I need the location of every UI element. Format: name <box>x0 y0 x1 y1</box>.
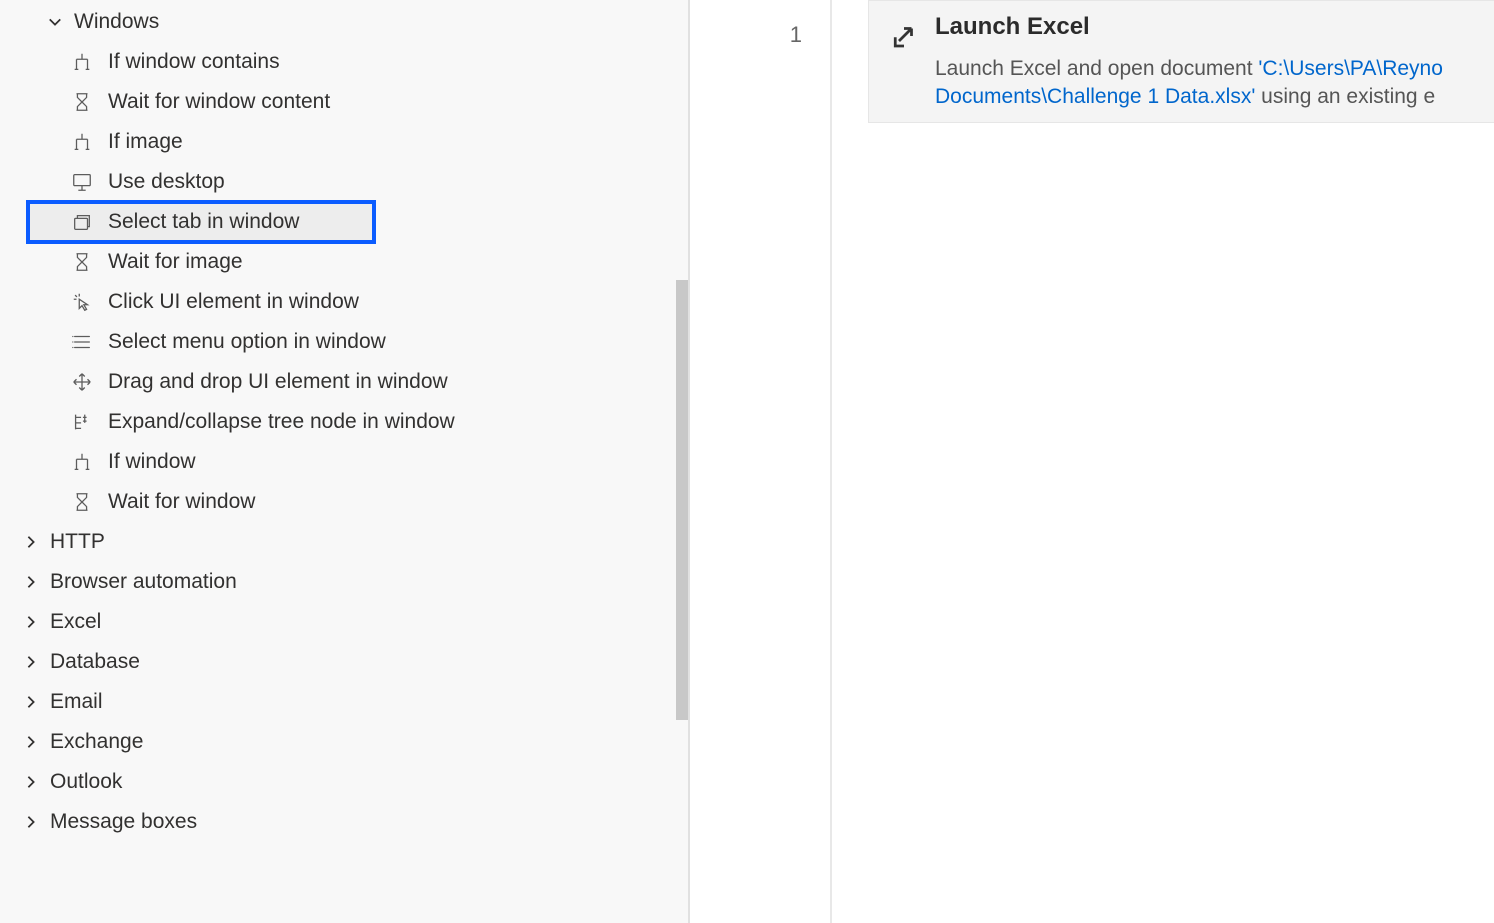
action-label: Wait for image <box>108 250 243 274</box>
tree-group-label: Browser automation <box>50 570 237 594</box>
action-label: Drag and drop UI element in window <box>108 370 448 394</box>
tree-group-label: HTTP <box>50 530 105 554</box>
action-if-image[interactable]: If image <box>0 122 688 162</box>
tree-group-excel[interactable]: Excel <box>0 602 688 642</box>
tree-group-database[interactable]: Database <box>0 642 688 682</box>
tree-group-label: Outlook <box>50 770 122 794</box>
tree-group-label: Exchange <box>50 730 143 754</box>
action-drag-and-drop[interactable]: Drag and drop UI element in window <box>0 362 688 402</box>
action-use-desktop[interactable]: Use desktop <box>0 162 688 202</box>
chevron-right-icon <box>22 653 40 671</box>
tree-group-message-boxes[interactable]: Message boxes <box>0 802 688 842</box>
menu-lines-icon <box>70 330 94 354</box>
action-wait-window-content[interactable]: Wait for window content <box>0 82 688 122</box>
tree-group-outlook[interactable]: Outlook <box>0 762 688 802</box>
action-label: Wait for window <box>108 490 255 514</box>
scrollbar-thumb[interactable] <box>676 280 688 720</box>
action-select-menu-option[interactable]: Select menu option in window <box>0 322 688 362</box>
flow-if-icon <box>70 450 94 474</box>
chevron-right-icon <box>22 533 40 551</box>
chevron-right-icon <box>22 613 40 631</box>
flow-editor: 1 Launch Excel Launch Excel and open doc… <box>690 0 1494 923</box>
action-wait-for-image[interactable]: Wait for image <box>0 242 688 282</box>
action-select-tab-in-window[interactable]: Select tab in window <box>28 202 374 242</box>
action-click-ui-element[interactable]: Click UI element in window <box>0 282 688 322</box>
tree-group-label: Excel <box>50 610 101 634</box>
flow-step-launch-excel[interactable]: Launch Excel Launch Excel and open docum… <box>868 0 1494 123</box>
chevron-right-icon <box>22 573 40 591</box>
hourglass-icon <box>70 250 94 274</box>
drag-icon <box>70 370 94 394</box>
action-label: Click UI element in window <box>108 290 359 314</box>
hourglass-icon <box>70 490 94 514</box>
chevron-right-icon <box>22 773 40 791</box>
action-wait-for-window[interactable]: Wait for window <box>0 482 688 522</box>
step-title: Launch Excel <box>935 13 1090 41</box>
tree-group-label: Message boxes <box>50 810 197 834</box>
tree-group-exchange[interactable]: Exchange <box>0 722 688 762</box>
tree-group-email[interactable]: Email <box>0 682 688 722</box>
tree-icon <box>70 410 94 434</box>
action-label: Use desktop <box>108 170 225 194</box>
actions-panel: Windows If window contains Wait for wind… <box>0 0 690 923</box>
action-label: Wait for window content <box>108 90 330 114</box>
chevron-right-icon <box>22 693 40 711</box>
line-number: 1 <box>790 22 802 48</box>
action-label: If window contains <box>108 50 280 74</box>
action-if-window[interactable]: If window <box>0 442 688 482</box>
tree-group-label: Database <box>50 650 140 674</box>
step-description: Launch Excel and open document 'C:\Users… <box>935 55 1494 112</box>
action-label: Select menu option in window <box>108 330 386 354</box>
tree-group-http[interactable]: HTTP <box>0 522 688 562</box>
step-desc-suffix: using an existing e <box>1255 85 1435 108</box>
monitor-icon <box>70 170 94 194</box>
launch-icon <box>887 19 921 53</box>
flow-if-icon <box>70 130 94 154</box>
tree-group-browser-automation[interactable]: Browser automation <box>0 562 688 602</box>
tree-group-label: Windows <box>74 10 159 34</box>
tree-group-windows[interactable]: Windows <box>0 2 688 42</box>
action-label: Select tab in window <box>108 210 299 234</box>
flow-if-icon <box>70 50 94 74</box>
action-label: If window <box>108 450 196 474</box>
action-expand-collapse-tree[interactable]: Expand/collapse tree node in window <box>0 402 688 442</box>
click-icon <box>70 290 94 314</box>
chevron-right-icon <box>22 733 40 751</box>
action-if-window-contains[interactable]: If window contains <box>0 42 688 82</box>
tabs-icon <box>70 210 94 234</box>
chevron-right-icon <box>22 813 40 831</box>
step-desc-prefix: Launch Excel and open document <box>935 57 1258 80</box>
chevron-down-icon <box>46 13 64 31</box>
line-gutter: 1 <box>690 0 832 923</box>
hourglass-icon <box>70 90 94 114</box>
action-label: Expand/collapse tree node in window <box>108 410 455 434</box>
tree-group-label: Email <box>50 690 103 714</box>
action-label: If image <box>108 130 183 154</box>
